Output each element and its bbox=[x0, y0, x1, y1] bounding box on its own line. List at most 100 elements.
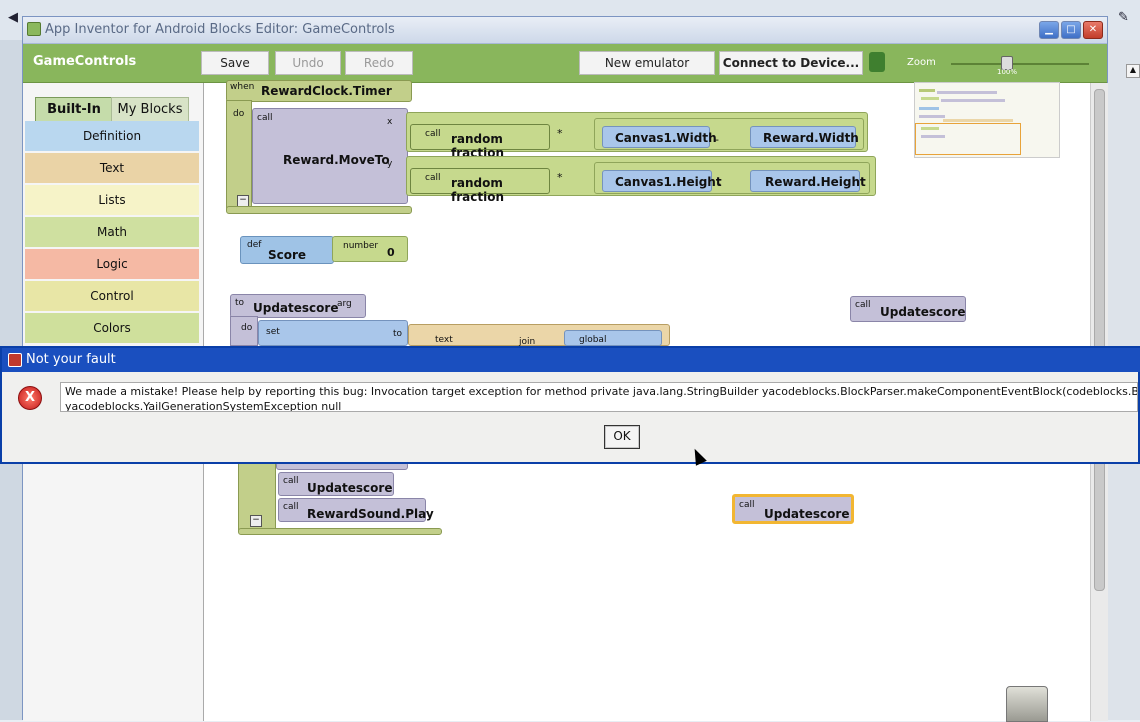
tab-my-blocks[interactable]: My Blocks bbox=[111, 97, 189, 123]
lower-event-block-footer bbox=[238, 528, 442, 535]
set-label: set bbox=[266, 327, 280, 337]
to-label: to bbox=[393, 329, 403, 339]
minimap-viewport[interactable] bbox=[915, 123, 1021, 155]
error-message-line-1: We made a mistake! Please help by report… bbox=[65, 385, 1138, 398]
reward-height-label: Reward.Height bbox=[765, 175, 866, 189]
random-fraction-block-y[interactable]: call random fraction bbox=[410, 168, 550, 204]
procedure-block-updatescore[interactable]: to Updatescore arg bbox=[230, 294, 366, 318]
undo-button[interactable]: Undo bbox=[275, 51, 341, 75]
trash-can-icon[interactable] bbox=[1006, 686, 1048, 722]
scrollbar-thumb[interactable] bbox=[1094, 89, 1105, 591]
reward-width-label: Reward.Width bbox=[763, 131, 859, 145]
call-label: call bbox=[855, 300, 871, 310]
new-emulator-button[interactable]: New emulator bbox=[579, 51, 715, 75]
zoom-slider-track[interactable] bbox=[951, 63, 1089, 65]
canvas-height-block[interactable]: Canvas1.Height bbox=[602, 170, 722, 192]
reward-height-block[interactable]: Reward.Height bbox=[750, 170, 866, 192]
editor-header: GameControls Save Undo Redo New emulator… bbox=[23, 44, 1107, 83]
category-math[interactable]: Math bbox=[25, 217, 199, 249]
multiply-operator: * bbox=[557, 127, 563, 140]
def-block-score[interactable]: def Score bbox=[240, 236, 334, 264]
event-block-footer bbox=[226, 206, 412, 214]
reward-width-block[interactable]: Reward.Width bbox=[750, 126, 859, 148]
global-block[interactable]: global bbox=[564, 330, 662, 346]
minimize-button[interactable]: ▁ bbox=[1039, 21, 1059, 39]
call-block-reward-moveto[interactable]: call Reward.MoveTo x y bbox=[252, 108, 408, 204]
to-label: to bbox=[235, 298, 245, 308]
call-label: call bbox=[425, 173, 441, 183]
x-param-label: x bbox=[387, 117, 393, 127]
multiply-operator: * bbox=[557, 171, 563, 184]
y-param-label: y bbox=[387, 159, 393, 169]
canvas-height-label: Canvas1.Height bbox=[615, 175, 722, 189]
canvas-width-block[interactable]: Canvas1.Width bbox=[602, 126, 717, 148]
category-text[interactable]: Text bbox=[25, 153, 199, 185]
wrench-icon[interactable]: ✎ bbox=[1118, 10, 1129, 25]
call-label: call bbox=[739, 500, 755, 510]
call-label: call bbox=[425, 129, 441, 139]
call-label: call bbox=[283, 476, 299, 486]
collapse-icon[interactable]: − bbox=[250, 515, 262, 527]
number-value: 0 bbox=[387, 246, 395, 259]
lower-event-block-body: − bbox=[238, 462, 276, 534]
random-fraction-label: random fraction bbox=[451, 176, 504, 204]
when-label: when bbox=[230, 82, 255, 92]
call-block-updatescore-1[interactable]: call Updatescore bbox=[850, 296, 966, 322]
call-label: call bbox=[283, 502, 299, 512]
connect-device-button[interactable]: Connect to Device... bbox=[719, 51, 863, 75]
call-block-rewardsound-play[interactable]: call RewardSound.Play bbox=[278, 498, 434, 522]
maximize-button[interactable]: □ bbox=[1061, 21, 1081, 39]
moveto-label: Reward.MoveTo bbox=[283, 153, 390, 167]
procedure-block-body: do bbox=[230, 316, 258, 346]
close-button[interactable]: ✕ bbox=[1083, 21, 1103, 39]
connection-plug-icon bbox=[869, 52, 885, 72]
number-block-zero[interactable]: number 0 bbox=[332, 236, 408, 262]
title-bar[interactable]: App Inventor for Android Blocks Editor: … bbox=[23, 17, 1107, 44]
zoom-value: 100% bbox=[997, 68, 1018, 76]
window-title: App Inventor for Android Blocks Editor: … bbox=[45, 22, 395, 37]
dialog-app-icon bbox=[8, 353, 22, 367]
score-label: Score bbox=[268, 248, 307, 262]
category-control[interactable]: Control bbox=[25, 281, 199, 313]
canvas-width-label: Canvas1.Width bbox=[615, 131, 717, 145]
call-label: call bbox=[257, 113, 273, 123]
procedure-name: Updatescore bbox=[253, 301, 339, 315]
tab-built-in[interactable]: Built-In bbox=[35, 97, 113, 123]
call-block-updatescore-selected[interactable]: call Updatescore bbox=[732, 494, 854, 524]
category-lists[interactable]: Lists bbox=[25, 185, 199, 217]
event-name: RewardClock.Timer bbox=[261, 84, 392, 98]
updatescore-label: Updatescore bbox=[764, 507, 850, 521]
text-label: text bbox=[435, 335, 453, 345]
category-colors[interactable]: Colors bbox=[25, 313, 199, 345]
project-name: GameControls bbox=[33, 54, 137, 69]
rewardsound-play-label: RewardSound.Play bbox=[307, 507, 434, 521]
error-message-box: We made a mistake! Please help by report… bbox=[60, 382, 1138, 412]
call-block-updatescore-2[interactable]: call Updatescore bbox=[278, 472, 394, 496]
category-definition[interactable]: Definition bbox=[25, 121, 199, 153]
do-label: do bbox=[233, 109, 245, 119]
save-button[interactable]: Save bbox=[201, 51, 269, 75]
number-label: number bbox=[343, 241, 379, 251]
ok-button[interactable]: OK bbox=[604, 425, 640, 449]
def-label: def bbox=[247, 240, 262, 250]
event-block-body: do − bbox=[226, 100, 252, 212]
global-label: global bbox=[579, 335, 607, 345]
category-logic[interactable]: Logic bbox=[25, 249, 199, 281]
event-block-rewardclock-timer[interactable]: when RewardClock.Timer bbox=[226, 80, 412, 102]
error-icon: X bbox=[18, 386, 42, 410]
updatescore-label: Updatescore bbox=[880, 305, 966, 319]
back-arrow-icon[interactable]: ◀ bbox=[8, 10, 18, 25]
scroll-up-icon[interactable]: ▲ bbox=[1126, 64, 1140, 78]
error-dialog: Not your fault X We made a mistake! Plea… bbox=[0, 346, 1140, 464]
set-block[interactable]: set to bbox=[258, 320, 408, 346]
do-label: do bbox=[241, 323, 253, 333]
random-fraction-block-x[interactable]: call random fraction bbox=[410, 124, 550, 160]
workspace-minimap[interactable] bbox=[914, 82, 1060, 158]
dialog-title: Not your fault bbox=[26, 352, 116, 367]
zoom-label: Zoom bbox=[907, 57, 936, 68]
redo-button[interactable]: Redo bbox=[345, 51, 413, 75]
dialog-title-bar[interactable]: Not your fault bbox=[2, 348, 1140, 372]
arg-label: arg bbox=[337, 299, 352, 309]
error-message-line-2: yacodeblocks.YailGenerationSystemExcepti… bbox=[65, 400, 342, 412]
app-inventor-icon bbox=[27, 22, 41, 36]
